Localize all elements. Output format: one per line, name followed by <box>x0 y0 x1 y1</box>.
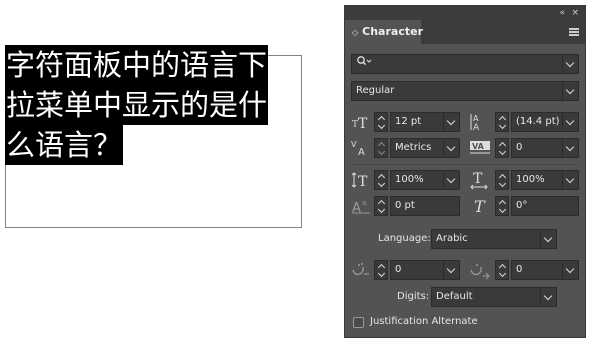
tab-title: Character <box>362 25 423 38</box>
font-size-field[interactable]: 12 pt <box>390 112 460 132</box>
chevron-down-icon[interactable] <box>562 113 578 131</box>
chevron-down-icon[interactable] <box>562 139 578 157</box>
baseline-shift-icon: Aa <box>351 196 371 216</box>
tab-arrows-icon: ◇ <box>352 28 359 37</box>
text-line[interactable]: 么语言？ <box>5 125 124 165</box>
chevron-down-icon[interactable] <box>562 261 578 279</box>
panel-menu-icon[interactable] <box>569 28 579 36</box>
skew-field[interactable]: 0° <box>511 196 579 216</box>
chevron-down-icon[interactable] <box>443 261 459 279</box>
kerning-field[interactable]: Metrics <box>390 138 460 158</box>
svg-text:A: A <box>358 147 365 158</box>
leading-field[interactable]: (14.4 pt) <box>511 112 579 132</box>
character-panel: « × ◇ Character Regular TT 12 pt AA (14.4… <box>344 5 586 338</box>
skew-icon: T <box>471 196 491 216</box>
skew-value: 0° <box>516 200 528 211</box>
horizontal-scale-icon: T <box>469 170 489 190</box>
panel-titlebar: « × <box>345 6 585 20</box>
justification-alternate-checkbox[interactable] <box>353 317 364 328</box>
svg-text:VA: VA <box>472 142 485 151</box>
font-size-icon: TT <box>351 112 371 132</box>
kerning-icon: VA <box>351 138 371 158</box>
chevron-down-icon[interactable] <box>562 82 578 100</box>
kerning-stepper[interactable] <box>374 138 388 158</box>
selected-text-block[interactable]: 字符面板中的语言下 拉菜单中显示的是什 么语言？ <box>5 45 295 165</box>
svg-text:A: A <box>473 123 480 132</box>
svg-text:T: T <box>358 116 368 132</box>
digits-value: Default <box>436 291 473 302</box>
collapse-icon[interactable]: « <box>559 6 565 20</box>
skew-stepper[interactable] <box>495 196 509 216</box>
kashida-right-stepper[interactable] <box>495 260 509 280</box>
font-style-value: Regular <box>356 85 395 96</box>
vertical-scale-field[interactable]: 100% <box>390 170 460 190</box>
language-label: Language: <box>378 233 431 244</box>
language-dropdown[interactable]: Arabic <box>431 229 557 249</box>
horizontal-scale-value: 100% <box>516 174 545 185</box>
baseline-shift-field[interactable]: 0 pt <box>390 196 460 216</box>
chevron-down-icon[interactable] <box>443 113 459 131</box>
justification-alternate-label: Justification Alternate <box>370 316 478 327</box>
baseline-shift-value: 0 pt <box>395 200 415 211</box>
vertical-scale-value: 100% <box>395 174 424 185</box>
kashida-spacing-icon <box>469 260 490 280</box>
leading-icon: AA <box>469 112 489 132</box>
chevron-down-icon[interactable] <box>562 55 578 73</box>
tracking-icon: VA <box>469 138 490 158</box>
digits-dropdown[interactable]: Default <box>431 287 557 307</box>
horizontal-scale-field[interactable]: 100% <box>511 170 579 190</box>
font-size-value: 12 pt <box>395 116 422 127</box>
kashida-left-stepper[interactable] <box>374 260 388 280</box>
font-style-dropdown[interactable]: Regular <box>351 81 579 101</box>
vertical-scale-icon: T <box>351 170 371 190</box>
kerning-value: Metrics <box>395 142 432 153</box>
kashida-icon <box>351 260 371 280</box>
horizontal-scale-stepper[interactable] <box>495 170 509 190</box>
leading-value: (14.4 pt) <box>516 116 560 127</box>
chevron-down-icon[interactable] <box>540 288 556 306</box>
chevron-down-icon[interactable] <box>562 171 578 189</box>
chevron-down-icon[interactable] <box>443 139 459 157</box>
font-family-field[interactable] <box>351 54 579 74</box>
svg-text:T: T <box>473 171 483 187</box>
baseline-shift-stepper[interactable] <box>374 196 388 216</box>
language-value: Arabic <box>436 233 468 244</box>
tracking-value: 0 <box>516 142 523 153</box>
tracking-stepper[interactable] <box>495 138 509 158</box>
tracking-field[interactable]: 0 <box>511 138 579 158</box>
text-line[interactable]: 拉菜单中显示的是什 <box>5 85 269 125</box>
panel-tab-row: ◇ Character <box>345 20 585 44</box>
kashida-left-value: 0 <box>395 264 402 275</box>
kashida-right-value: 0 <box>516 264 523 275</box>
close-icon[interactable]: × <box>571 6 579 20</box>
svg-text:A: A <box>352 201 361 216</box>
kashida-left-field[interactable]: 0 <box>390 260 460 280</box>
kashida-right-field[interactable]: 0 <box>511 260 579 280</box>
leading-stepper[interactable] <box>495 112 509 132</box>
svg-text:a: a <box>362 199 366 207</box>
digits-label: Digits: <box>397 291 430 302</box>
text-line[interactable]: 字符面板中的语言下 <box>5 45 269 85</box>
divider <box>353 164 577 165</box>
chevron-down-icon[interactable] <box>540 230 556 248</box>
chevron-down-icon[interactable] <box>443 171 459 189</box>
vertical-scale-stepper[interactable] <box>374 170 388 190</box>
tab-character[interactable]: ◇ Character <box>345 20 423 44</box>
search-icon <box>356 55 372 74</box>
font-size-stepper[interactable] <box>374 112 388 132</box>
svg-text:V: V <box>351 140 357 149</box>
svg-text:T: T <box>358 174 368 190</box>
svg-text:A: A <box>473 114 479 123</box>
svg-text:T: T <box>474 197 486 216</box>
